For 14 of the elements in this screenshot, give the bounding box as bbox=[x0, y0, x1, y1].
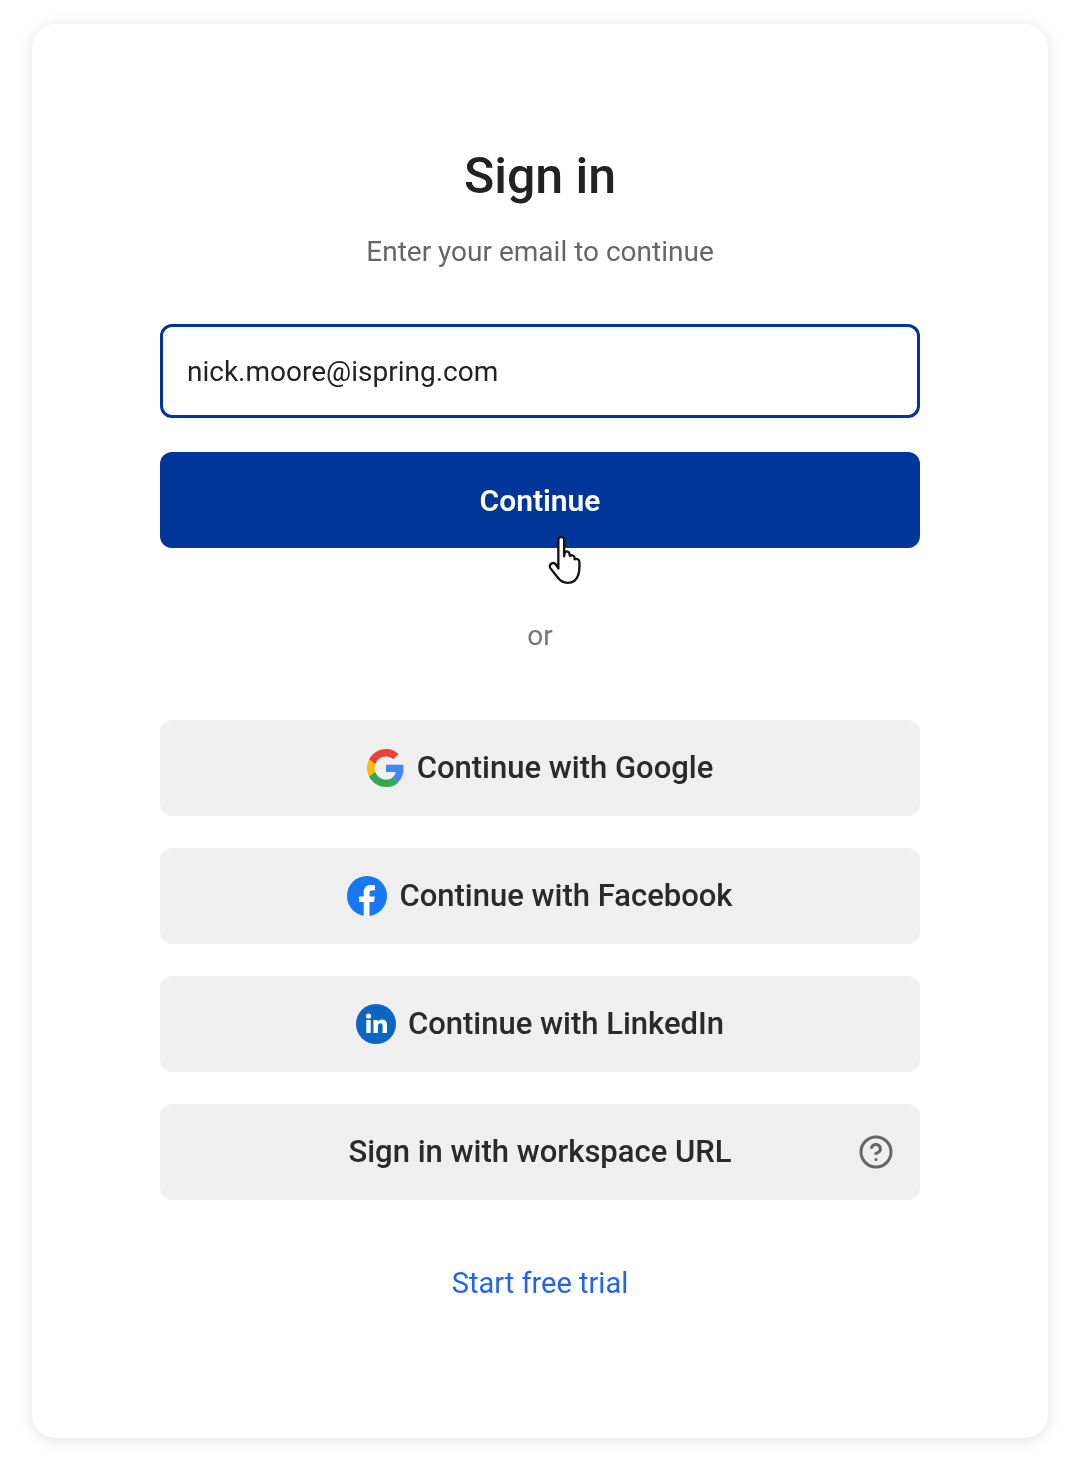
divider-text: or bbox=[527, 618, 553, 654]
workspace-url-button[interactable]: Sign in with workspace URL bbox=[160, 1104, 920, 1200]
page-title: Sign in bbox=[463, 146, 617, 206]
email-field[interactable]: nick.moore@ispring.com bbox=[160, 324, 920, 418]
google-icon bbox=[366, 749, 405, 787]
facebook-icon bbox=[347, 876, 388, 916]
provider-button[interactable]: Continue with Facebook bbox=[160, 848, 920, 944]
help-icon[interactable] bbox=[858, 1134, 894, 1170]
linkedin-icon bbox=[355, 1004, 396, 1044]
provider-button[interactable]: Continue with LinkedIn bbox=[160, 976, 920, 1072]
continue-button[interactable]: Continue bbox=[160, 452, 920, 548]
provider-button[interactable]: Continue with Google bbox=[160, 720, 920, 816]
start-free-trial-link[interactable]: Start free trial bbox=[451, 1262, 629, 1306]
subtitle: Enter your email to continue bbox=[366, 234, 714, 270]
